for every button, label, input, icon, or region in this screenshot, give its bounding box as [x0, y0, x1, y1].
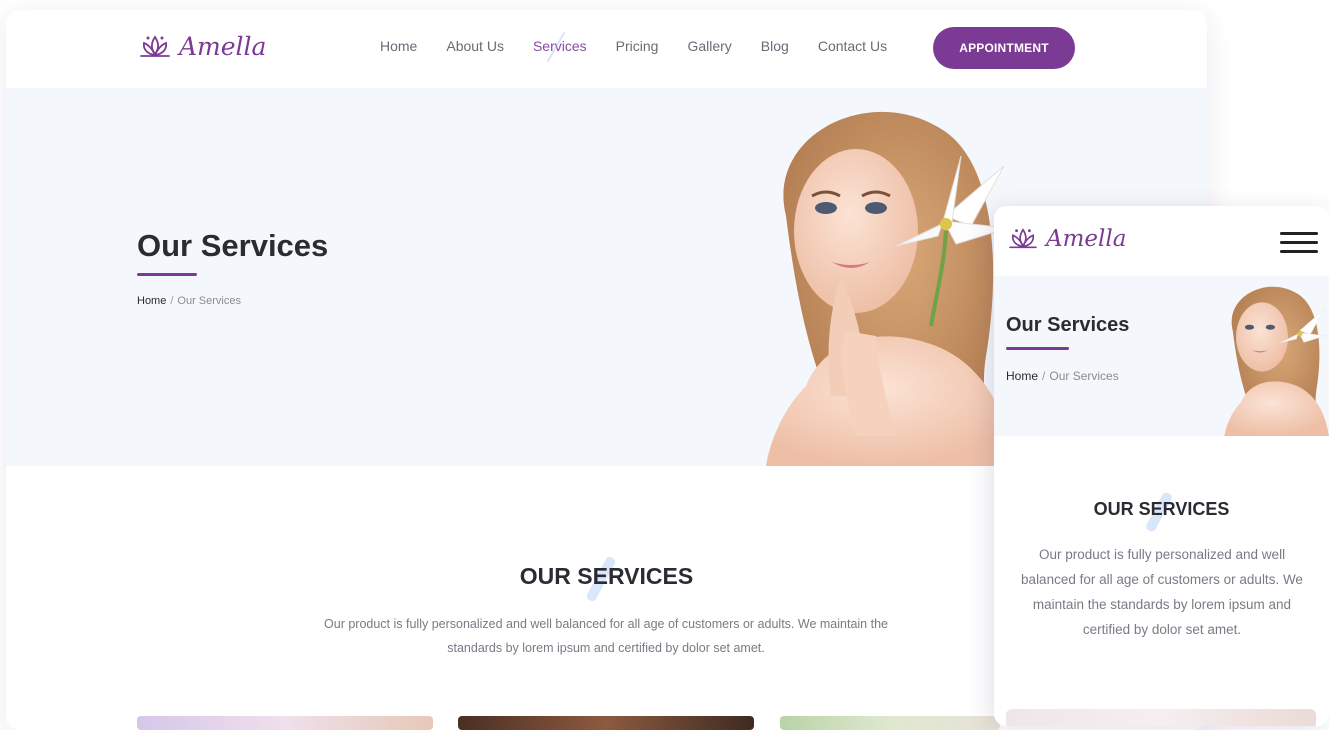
page-title: Our Services — [137, 228, 329, 263]
nav-item-contact-us[interactable]: Contact Us — [818, 38, 887, 54]
brand-name: Amella — [179, 32, 267, 61]
mobile-mockup: Amella Our Services Home / Our Services OU… — [994, 206, 1329, 726]
services-section-description: Our product is fully personalized and we… — [324, 617, 888, 655]
lotus-logo-icon — [1009, 228, 1037, 249]
mobile-page-title: Our Services — [1006, 314, 1130, 336]
mobile-service-card-image[interactable] — [1006, 709, 1316, 726]
service-card-image[interactable] — [137, 716, 433, 730]
mobile-brand-name: Amella — [1046, 226, 1127, 252]
mobile-services-section-description: Our product is fully personalized and we… — [1021, 547, 1303, 637]
mobile-services-section-title: OUR SERVICES — [1093, 499, 1230, 519]
brand-logo[interactable]: Amella — [137, 32, 266, 61]
title-underline — [137, 273, 197, 276]
nav-item-gallery[interactable]: Gallery — [687, 38, 731, 54]
nav-item-blog[interactable]: Blog — [761, 38, 789, 54]
lotus-logo-icon — [140, 34, 170, 57]
mobile-hero-portrait-image — [1224, 286, 1329, 436]
nav-item-services[interactable]: Services — [533, 38, 587, 54]
breadcrumb-home-link[interactable]: Home — [137, 295, 166, 307]
mobile-title-underline — [1006, 347, 1069, 350]
desktop-header: Amella Home About Us Services Pricing Ga… — [6, 10, 1207, 88]
breadcrumb-separator: / — [170, 295, 174, 307]
service-card-image[interactable] — [458, 716, 754, 730]
breadcrumb-separator: / — [1042, 369, 1046, 383]
mobile-brand-logo[interactable]: Amella — [1006, 226, 1126, 252]
breadcrumb: Home / Our Services — [137, 295, 241, 307]
hamburger-menu-icon[interactable] — [1280, 230, 1318, 256]
nav-item-pricing[interactable]: Pricing — [616, 38, 659, 54]
hero-portrait-image — [766, 111, 1016, 466]
main-nav: Home About Us Services Pricing Gallery B… — [380, 38, 887, 54]
service-card-image[interactable] — [780, 716, 1000, 730]
breadcrumb-current: Our Services — [177, 295, 241, 307]
mobile-breadcrumb: Home / Our Services — [1006, 369, 1119, 383]
breadcrumb-current: Our Services — [1049, 369, 1119, 383]
appointment-button[interactable]: APPOINTMENT — [933, 27, 1075, 69]
nav-item-about-us[interactable]: About Us — [446, 38, 504, 54]
breadcrumb-home-link[interactable]: Home — [1006, 369, 1038, 383]
nav-item-home[interactable]: Home — [380, 38, 417, 54]
mobile-page-hero: Our Services Home / Our Services — [994, 276, 1329, 436]
